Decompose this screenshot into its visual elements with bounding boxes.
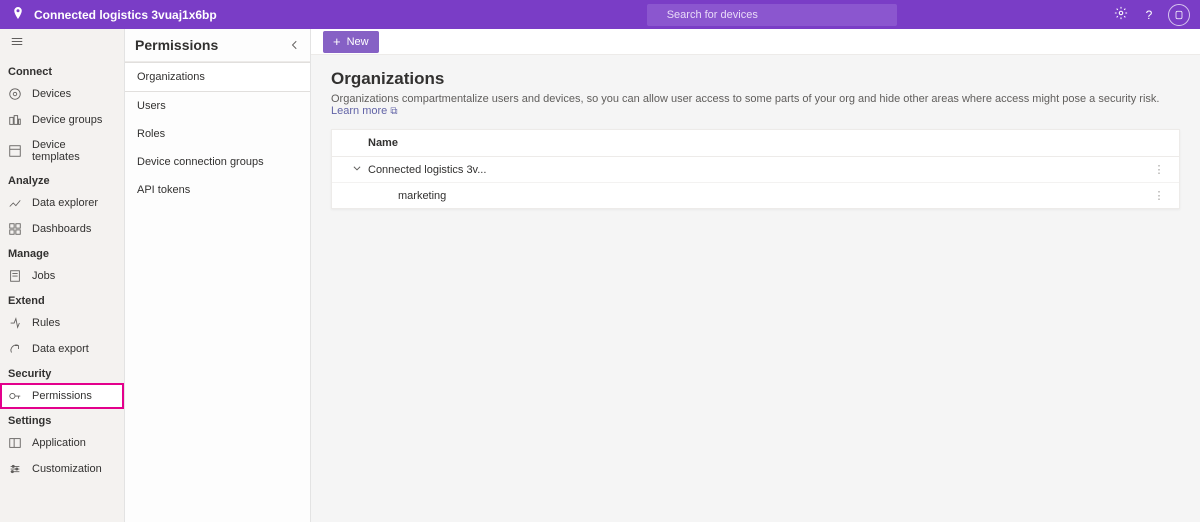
main-content: + New Organizations Organizations compar… [311,29,1200,522]
sidebar-item-label: Dashboards [32,223,91,235]
sidebar-item-application[interactable]: Application [0,430,124,456]
section-analyze: Analyze [0,169,124,190]
section-security: Security [0,362,124,383]
sidebar-item-label: Device groups [32,114,102,126]
row-menu-icon[interactable]: ⋮ [1139,163,1179,176]
expand-row-icon[interactable] [332,163,368,176]
page-description: Organizations compartmentalize users and… [331,93,1180,117]
sidebar-item-label: Customization [32,463,102,475]
external-link-icon: ⧉ [390,106,397,117]
sidebar-item-permissions[interactable]: Permissions [0,383,124,409]
rules-icon [8,316,22,330]
sidebar-item-jobs[interactable]: Jobs [0,263,124,289]
row-name: Connected logistics 3v... [368,164,1139,176]
sidebar-item-devices[interactable]: Devices [0,81,124,107]
subnav-item-device-connection-groups[interactable]: Device connection groups [125,148,310,176]
section-extend: Extend [0,289,124,310]
sidebar-item-label: Data export [32,343,89,355]
row-menu-icon[interactable]: ⋮ [1139,189,1179,202]
sidebar-item-customization[interactable]: Customization [0,456,124,482]
col-header-name: Name [368,137,1139,149]
search-wrap [647,4,897,26]
section-settings: Settings [0,409,124,430]
page-title: Organizations [331,69,1180,89]
app-title: Connected logistics 3vuaj1x6bp [34,8,217,22]
collapse-panel-icon[interactable] [290,37,300,53]
subnav-item-organizations[interactable]: Organizations [125,62,310,92]
sidebar-item-label: Data explorer [32,197,98,209]
chart-icon [8,196,22,210]
section-connect: Connect [0,60,124,81]
sidebar-item-data-export[interactable]: Data export [0,336,124,362]
plus-icon: + [333,35,341,48]
learn-more-link[interactable]: Learn more ⧉ [331,105,397,117]
section-manage: Manage [0,242,124,263]
sidebar-item-label: Jobs [32,270,55,282]
dashboard-icon [8,222,22,236]
hamburger-icon[interactable] [0,33,124,60]
sidebar-item-label: Application [32,437,86,449]
subnav-title: Permissions [135,37,218,53]
subnav-item-users[interactable]: Users [125,92,310,120]
sub-nav: Permissions Organizations Users Roles De… [125,29,311,522]
customize-icon [8,462,22,476]
table-row[interactable]: Connected logistics 3v... ⋮ [332,157,1179,183]
sidebar-item-device-groups[interactable]: Device groups [0,107,124,133]
device-icon [8,87,22,101]
global-header: Connected logistics 3vuaj1x6bp ? [0,0,1200,29]
new-button[interactable]: + New [323,31,379,53]
subnav-item-api-tokens[interactable]: API tokens [125,176,310,204]
table-row[interactable]: marketing ⋮ [332,183,1179,208]
sidebar-item-data-explorer[interactable]: Data explorer [0,190,124,216]
gear-icon[interactable] [1110,6,1132,23]
groups-icon [8,113,22,127]
template-icon [8,144,22,158]
sidebar-item-label: Device templates [32,139,116,163]
table-header: Name [332,130,1179,157]
search-input[interactable] [647,4,897,26]
app-icon [8,436,22,450]
organizations-table: Name Connected logistics 3v... ⋮ marketi… [331,129,1180,209]
key-icon [8,389,22,403]
export-icon [8,342,22,356]
sidebar-item-label: Permissions [32,390,92,402]
help-icon[interactable]: ? [1138,8,1160,22]
jobs-icon [8,269,22,283]
subnav-item-roles[interactable]: Roles [125,120,310,148]
new-button-label: New [347,36,369,48]
sidebar-item-label: Devices [32,88,71,100]
sidebar-item-device-templates[interactable]: Device templates [0,133,124,169]
sidebar-item-rules[interactable]: Rules [0,310,124,336]
location-icon [10,6,26,23]
avatar[interactable] [1168,4,1190,26]
command-bar: + New [311,29,1200,55]
sidebar-item-label: Rules [32,317,60,329]
sidebar-item-dashboards[interactable]: Dashboards [0,216,124,242]
row-name: marketing [368,190,1139,202]
nav-sidebar: Connect Devices Device groups Device tem… [0,29,125,522]
